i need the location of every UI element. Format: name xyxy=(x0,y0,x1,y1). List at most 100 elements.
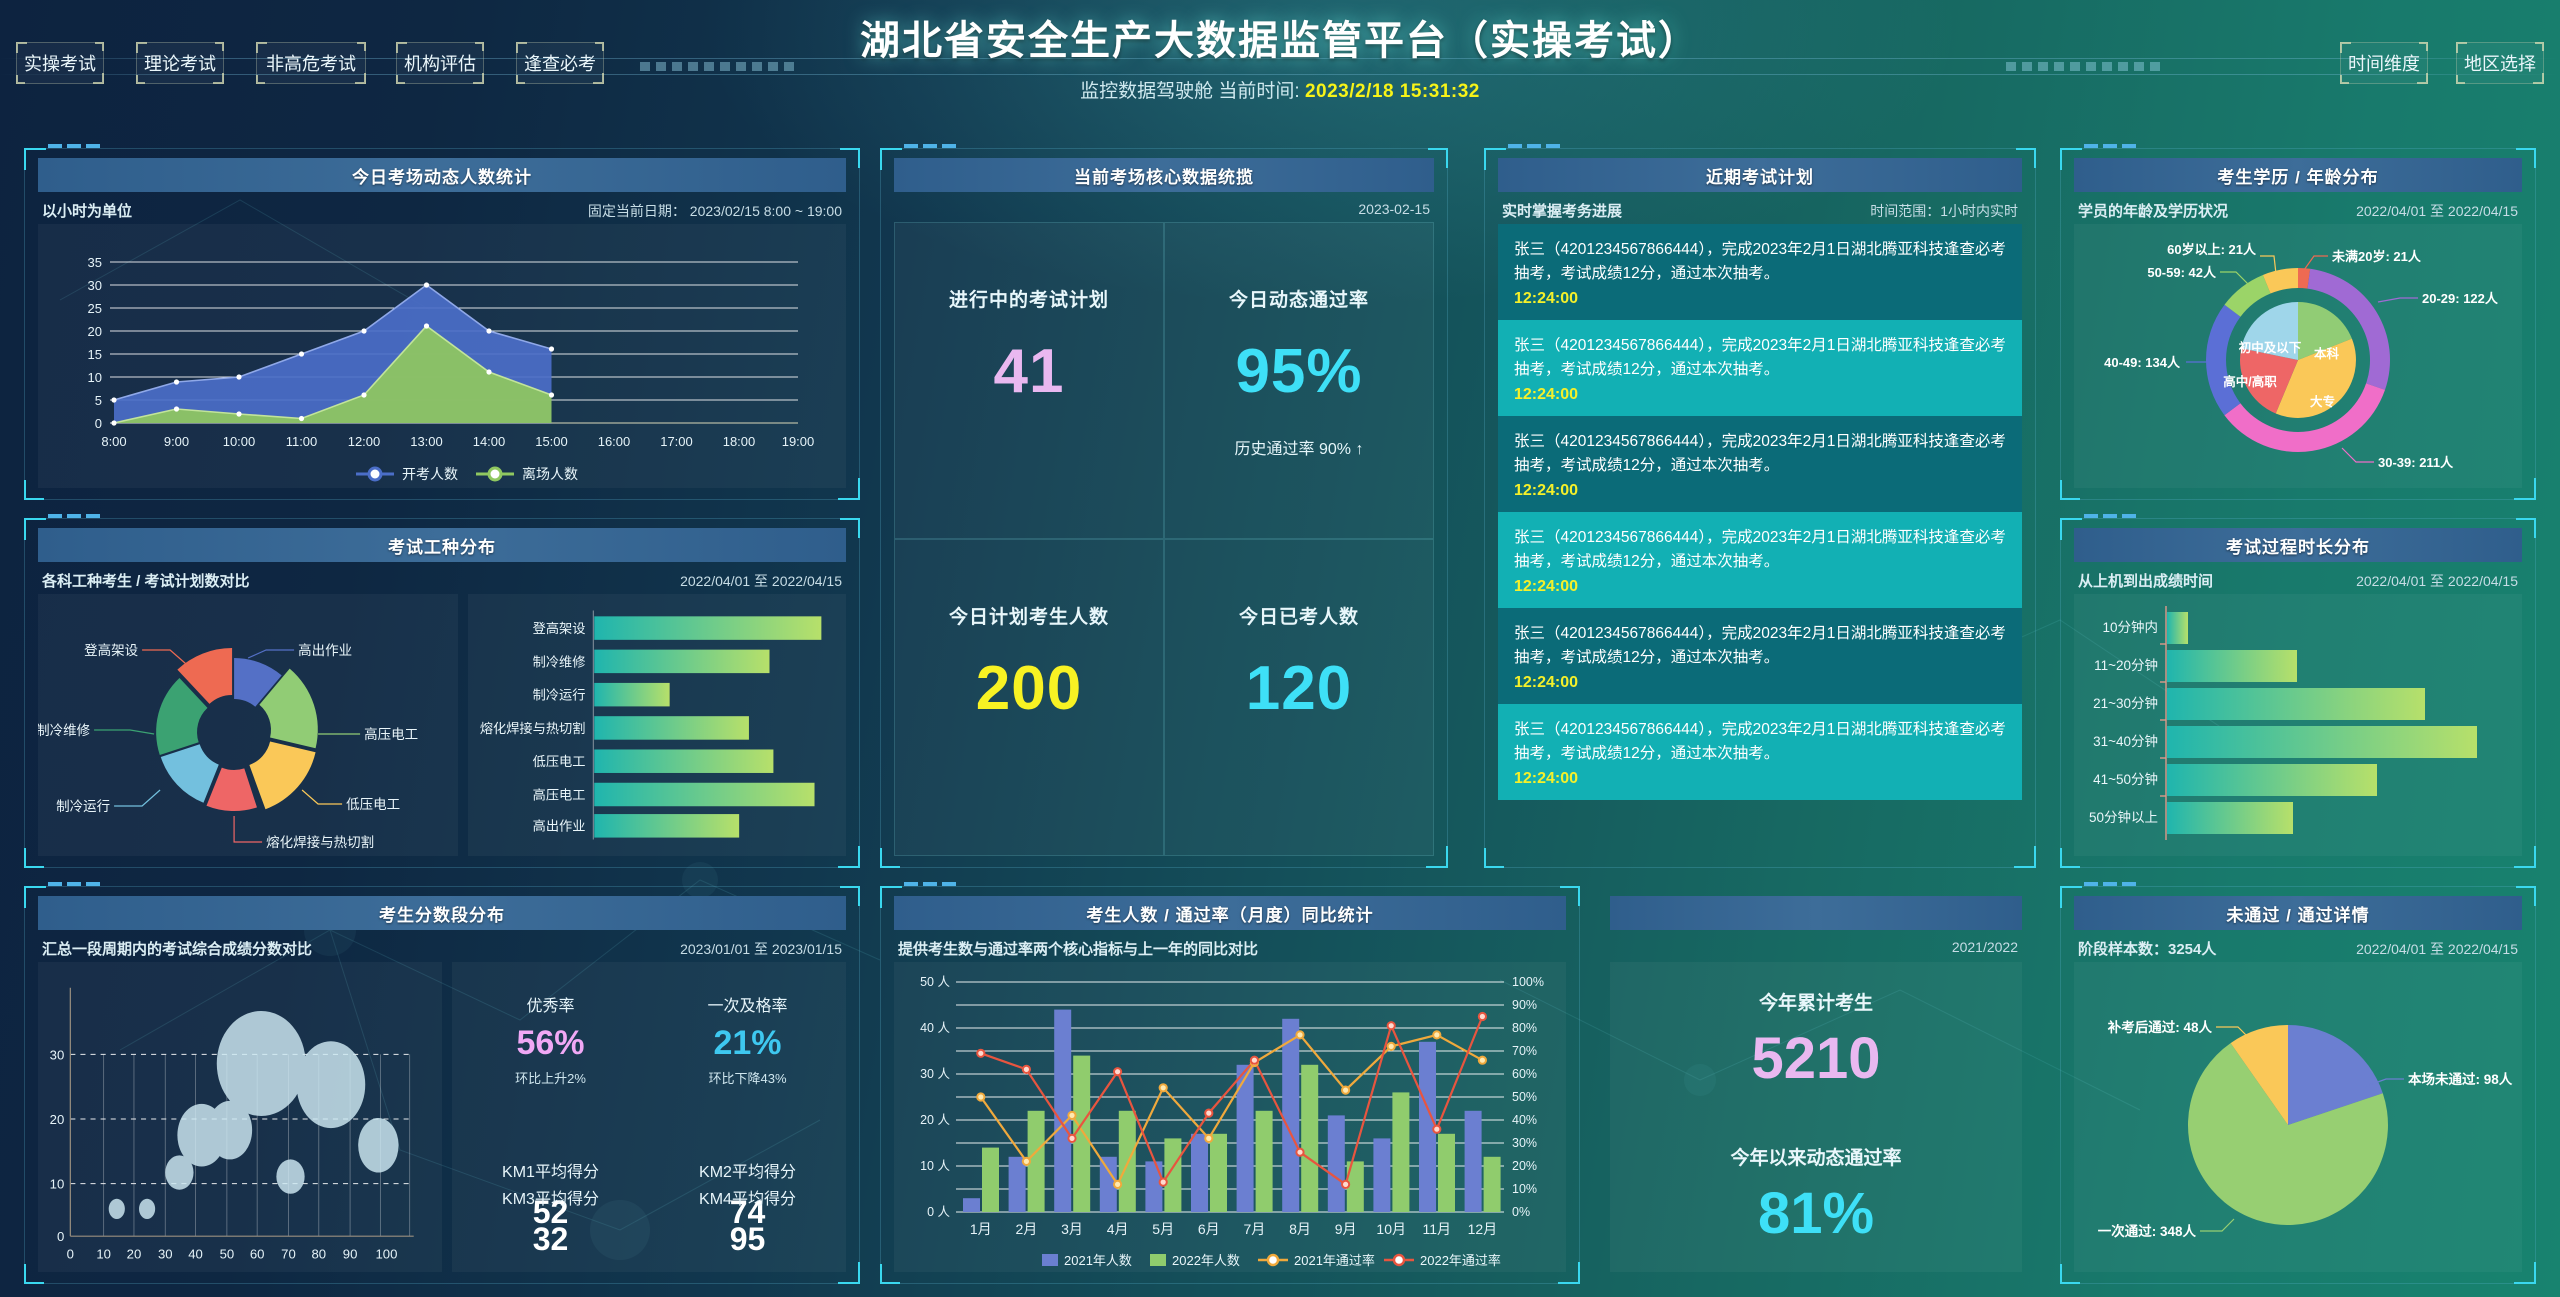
svg-text:60: 60 xyxy=(250,1246,265,1261)
panel-date-range: 2022/04/01 至 2022/04/15 xyxy=(2356,941,2518,957)
pass-detail-chart-body: 本场未通过: 98人 一次通过: 348人 补考后通过: 48人 xyxy=(2074,962,2522,1272)
list-item[interactable]: 张三（4201234567866444），完成2023年2月1日湖北腾亚科技逢查… xyxy=(1498,704,2022,801)
nav-button-label: 理论考试 xyxy=(144,54,216,74)
stat-label: KM4平均得分 xyxy=(699,1191,796,1208)
scores-stats-wrap: 优秀率 56% 环比上升2% 一次及格率 21% 环比下降43% KM1平均得分… xyxy=(452,962,846,1272)
svg-text:30: 30 xyxy=(88,278,102,293)
kpi-today-pass-rate: 今日动态通过率 95% 历史通过率 90% ↑ xyxy=(1164,222,1434,539)
list-item-time: 12:24:00 xyxy=(1514,386,1579,404)
svg-text:2021年通过率: 2021年通过率 xyxy=(1294,1253,1375,1268)
panel-title: 今日考场动态人数统计 xyxy=(38,158,846,192)
scores-bubble-chart: 3020 100 0 10 20 30 40 50 60 70 80 90 100 xyxy=(50,987,414,1261)
nav-button-label: 逢查必考 xyxy=(524,54,596,74)
svg-text:12:00: 12:00 xyxy=(348,434,381,449)
svg-text:100: 100 xyxy=(375,1246,397,1261)
kpi-value: 95% xyxy=(1235,337,1363,406)
svg-text:0: 0 xyxy=(95,416,102,431)
panel-title: 近期考试计划 xyxy=(1498,158,2022,192)
svg-text:50-59: 42人: 50-59: 42人 xyxy=(2147,265,2217,280)
svg-text:21~30分钟: 21~30分钟 xyxy=(2093,695,2158,711)
stat-km4-average: KM4平均得分 95 xyxy=(649,1185,846,1258)
panel-subtitle: 以小时为单位 xyxy=(42,203,133,220)
list-item-time: 12:24:00 xyxy=(1514,770,1579,788)
panel-subtitle: 阶段样本数：3254人 xyxy=(2078,941,2217,958)
svg-text:离场人数: 离场人数 xyxy=(522,466,578,482)
svg-text:16:00: 16:00 xyxy=(598,434,631,449)
svg-text:初中及以下: 初中及以下 xyxy=(2239,340,2302,355)
worktype-chart-body: 高出作业 高压电工 低压电工 熔化焊接与热切割 制冷运行 制冷维修 登高架设 登… xyxy=(38,594,846,856)
duration-chart-body: 10分钟内 11~20分钟 21~30分钟 31~40分钟 41~50分钟 50… xyxy=(2074,594,2522,856)
svg-text:50分钟以上: 50分钟以上 xyxy=(2089,809,2158,825)
nav-button-nonhazard-exam[interactable]: 非高危考试 xyxy=(256,42,366,84)
svg-text:5: 5 xyxy=(95,393,102,408)
svg-text:5月: 5月 xyxy=(1152,1221,1174,1237)
panel-dash-decoration xyxy=(48,144,100,148)
svg-text:2022年通过率: 2022年通过率 xyxy=(1420,1253,1501,1268)
svg-text:35: 35 xyxy=(88,255,102,270)
list-item-time: 12:24:00 xyxy=(1514,578,1579,596)
recent-plans-list[interactable]: 张三（4201234567866444），完成2023年2月1日湖北腾亚科技逢查… xyxy=(1498,224,2022,856)
svg-text:50 人: 50 人 xyxy=(920,975,950,989)
svg-text:10: 10 xyxy=(88,370,102,385)
stat-value: 21% xyxy=(713,1024,782,1062)
svg-text:10月: 10月 xyxy=(1376,1221,1406,1237)
svg-text:0 人: 0 人 xyxy=(927,1205,950,1219)
stat-value: 95 xyxy=(729,1221,766,1257)
nav-button-time-dimension[interactable]: 时间维度 xyxy=(2340,42,2428,84)
svg-text:40 人: 40 人 xyxy=(920,1021,950,1035)
svg-text:0%: 0% xyxy=(1512,1205,1530,1219)
core-kpi-body: 进行中的考试计划 41 今日动态通过率 95% 历史通过率 90% ↑ 今日计划… xyxy=(894,222,1434,856)
list-item[interactable]: 张三（4201234567866444），完成2023年2月1日湖北腾亚科技逢查… xyxy=(1498,224,2022,321)
list-item-text: 张三（4201234567866444），完成2023年2月1日湖北腾亚科技逢查… xyxy=(1514,721,2006,763)
list-item[interactable]: 张三（4201234567866444），完成2023年2月1日湖北腾亚科技逢查… xyxy=(1498,512,2022,609)
nav-button-institution-eval[interactable]: 机构评估 xyxy=(396,42,484,84)
panel-subtitle: 从上机到出成绩时间 xyxy=(2078,573,2214,590)
stat-label: 今年以来动态通过率 xyxy=(1730,1147,1902,1169)
list-item-text: 张三（4201234567866444），完成2023年2月1日湖北腾亚科技逢查… xyxy=(1514,337,2006,379)
svg-text:4月: 4月 xyxy=(1107,1221,1129,1237)
svg-text:14:00: 14:00 xyxy=(473,434,506,449)
panel-attendance: 今日考场动态人数统计 以小时为单位 固定当前日期： 2023/02/15 8:0… xyxy=(24,144,860,500)
stat-value: 81% xyxy=(1757,1180,1875,1246)
panel-dash-decoration xyxy=(1508,144,1560,148)
panel-subtitle: 提供考生数与通过率两个核心指标与上一年的同比对比 xyxy=(898,941,1259,958)
stat-year-pass-rate: 今年以来动态通过率 81% xyxy=(1610,1117,2022,1272)
nav-button-theory-exam[interactable]: 理论考试 xyxy=(136,42,224,84)
kpi-active-exam-plans: 进行中的考试计划 41 xyxy=(894,222,1164,539)
panel-date-range: 2022/04/01 至 2022/04/15 xyxy=(2356,203,2518,219)
nav-button-region-select[interactable]: 地区选择 xyxy=(2456,42,2544,84)
svg-text:20 人: 20 人 xyxy=(920,1113,950,1127)
svg-text:本科: 本科 xyxy=(2314,346,2340,361)
nav-button-practical-exam[interactable]: 实操考试 xyxy=(16,42,104,84)
svg-text:50: 50 xyxy=(220,1246,235,1261)
kpi-label: 今日已考人数 xyxy=(1238,607,1359,628)
list-item[interactable]: 张三（4201234567866444），完成2023年2月1日湖北腾亚科技逢查… xyxy=(1498,608,2022,705)
svg-text:25: 25 xyxy=(88,301,102,316)
svg-text:20: 20 xyxy=(88,324,102,339)
worktype-bar-chart: 登高架设 制冷维修 制冷运行 熔化焊接与热切割 低压电工 高压电工 高出作业 xyxy=(480,610,822,840)
panel-scores: 考生分数段分布 汇总一段周期内的考试综合成绩分数对比 2023/01/01 至 … xyxy=(24,882,860,1284)
panel-dash-decoration xyxy=(904,882,956,886)
svg-text:20: 20 xyxy=(50,1112,65,1127)
stat-note: 环比上升2% xyxy=(515,1071,586,1086)
list-item-text: 张三（4201234567866444），完成2023年2月1日湖北腾亚科技逢查… xyxy=(1514,625,2006,667)
svg-text:13:00: 13:00 xyxy=(410,434,443,449)
list-item[interactable]: 张三（4201234567866444），完成2023年2月1日湖北腾亚科技逢查… xyxy=(1498,320,2022,417)
scores-body: 30 20 10 0 0 10 20 30 40 50 60 70 80 90 100 优秀率 5… xyxy=(38,962,846,1272)
panel-pass-detail: 未通过 / 通过详情 阶段样本数：3254人 2022/04/01 至 2022… xyxy=(2060,882,2536,1284)
panel-dash-decoration xyxy=(48,514,100,518)
svg-text:60%: 60% xyxy=(1512,1067,1537,1081)
svg-text:20%: 20% xyxy=(1512,1159,1537,1173)
svg-text:开考人数: 开考人数 xyxy=(402,466,458,482)
svg-text:10: 10 xyxy=(96,1246,111,1261)
svg-text:9:00: 9:00 xyxy=(164,434,189,449)
svg-text:80: 80 xyxy=(311,1246,326,1261)
svg-text:8月: 8月 xyxy=(1289,1221,1311,1237)
svg-text:本场未通过: 98人: 本场未通过: 98人 xyxy=(2408,1071,2513,1087)
svg-text:30%: 30% xyxy=(1512,1136,1537,1150)
nav-button-mandatory-check[interactable]: 逢查必考 xyxy=(516,42,604,84)
list-item[interactable]: 张三（4201234567866444），完成2023年2月1日湖北腾亚科技逢查… xyxy=(1498,416,2022,513)
page-title: 湖北省安全生产大数据监管平台（实操考试） xyxy=(860,19,1700,63)
svg-text:60岁以上: 21人: 60岁以上: 21人 xyxy=(2167,242,2257,257)
worktype-donut-chart: 高出作业 高压电工 低压电工 熔化焊接与热切割 制冷运行 制冷维修 登高架设 xyxy=(38,642,418,850)
